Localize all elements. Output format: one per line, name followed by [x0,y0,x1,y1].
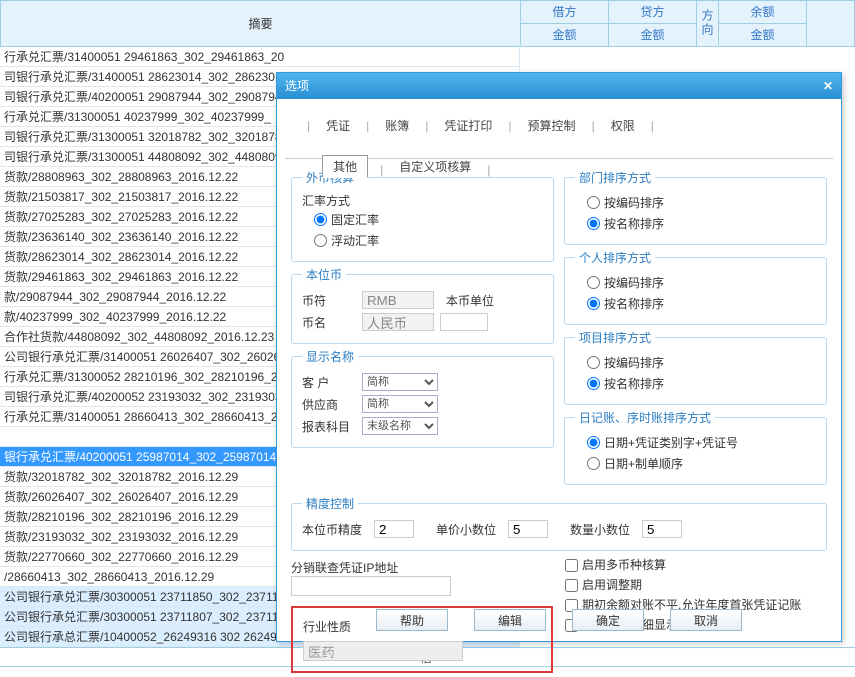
report-select[interactable]: 末级名称 [362,417,438,435]
close-icon[interactable]: ✕ [823,73,833,99]
rate-label: 汇率方式 [302,192,543,209]
base-precision-input[interactable] [374,520,414,538]
display-name-group: 显示名称 客 户简称 供应商简称 报表科目末级名称 [291,348,554,448]
ip-input[interactable] [291,576,451,596]
col-amount1[interactable]: 金额 [521,24,609,46]
tab-print[interactable]: 凭证打印 [440,115,496,136]
col-summary[interactable]: 摘要 [1,1,521,45]
radio-project-bycode[interactable] [587,356,600,369]
col-direction[interactable]: 方向 [697,1,719,45]
dialog-titlebar[interactable]: 选项 ✕ [277,73,841,99]
currency-name-input [362,313,434,331]
tab-bar: |凭证 |账簿 |凭证打印 |预算控制 |权限 | | 其他 |自定义项核算 | [285,107,833,159]
radio-dept-byname[interactable] [587,217,600,230]
radio-fixed-rate[interactable] [314,213,327,226]
project-sort-group: 项目排序方式 按编码排序 按名称排序 [564,329,827,405]
journal-sort-group: 日记账、序时账排序方式 日期+凭证类别字+凭证号 日期+制单顺序 [564,409,827,485]
edit-button[interactable]: 编辑 [474,609,546,631]
options-dialog: 选项 ✕ |凭证 |账簿 |凭证打印 |预算控制 |权限 | | 其他 |自定义… [276,72,842,642]
table-row[interactable]: 行承兑汇票/31400051 29461863_302_29461863_20 [0,47,520,67]
radio-journal-bytype[interactable] [587,436,600,449]
base-currency-group: 本位币 币符 本币单位 币名 [291,266,554,344]
col-amount2[interactable]: 金额 [609,24,697,46]
unitprice-precision-input[interactable] [508,520,548,538]
dialog-buttons: 帮助 编辑 确定 取消 [277,609,841,631]
col-balance[interactable]: 余额 [719,1,807,24]
precision-group: 精度控制 本位币精度 单价小数位 数量小数位 [291,495,827,551]
tab-voucher[interactable]: 凭证 [322,115,354,136]
radio-dept-bycode[interactable] [587,196,600,209]
check-multi-currency[interactable] [565,559,578,572]
radio-project-byname[interactable] [587,377,600,390]
radio-journal-byorder[interactable] [587,457,600,470]
radio-person-bycode[interactable] [587,276,600,289]
ok-button[interactable]: 确定 [572,609,644,631]
dept-sort-group: 部门排序方式 按编码排序 按名称排序 [564,169,827,245]
grid-header: 摘要 借方 金额 贷方 金额 方向 余额 金额 [0,0,855,47]
fx-group: 外币核算 汇率方式 固定汇率 浮动汇率 [291,169,554,262]
help-button[interactable]: 帮助 [376,609,448,631]
tab-ledger[interactable]: 账簿 [381,115,413,136]
col-debit[interactable]: 借方 [521,1,609,24]
col-amount3[interactable]: 金额 [719,24,807,46]
radio-floating-rate[interactable] [314,234,327,247]
person-sort-group: 个人排序方式 按编码排序 按名称排序 [564,249,827,325]
currency-unit-input[interactable] [440,313,488,331]
ip-label: 分销联查凭证IP地址 [291,559,553,576]
industry-input [303,641,463,661]
currency-symbol-input [362,291,434,309]
check-adjust-period[interactable] [565,579,578,592]
tab-budget[interactable]: 预算控制 [524,115,580,136]
base-legend: 本位币 [302,266,346,283]
qty-precision-input[interactable] [642,520,682,538]
col-credit[interactable]: 贷方 [609,1,697,24]
tab-permission[interactable]: 权限 [607,115,639,136]
tab-other[interactable]: 其他 [322,155,368,178]
cancel-button[interactable]: 取消 [670,609,742,631]
radio-person-byname[interactable] [587,297,600,310]
customer-select[interactable]: 简称 [362,373,438,391]
dialog-title-text: 选项 [285,73,309,99]
supplier-select[interactable]: 简称 [362,395,438,413]
display-legend: 显示名称 [302,348,358,365]
